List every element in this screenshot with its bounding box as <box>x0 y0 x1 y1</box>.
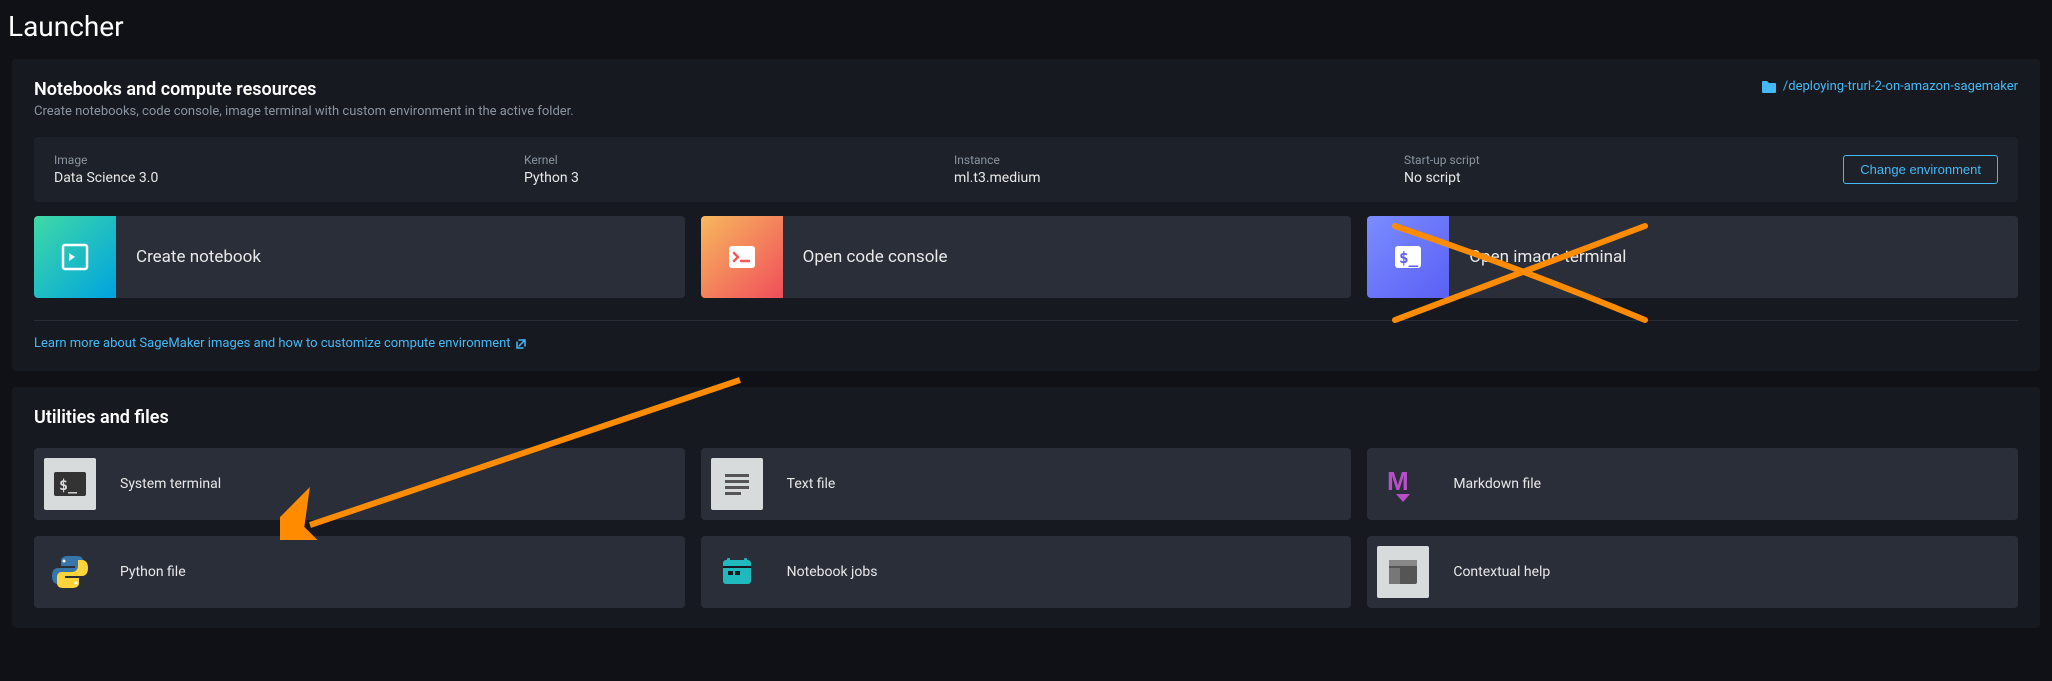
open-code-console-card[interactable]: Open code console <box>701 216 1352 298</box>
svg-text:M: M <box>1387 466 1409 496</box>
python-file-label: Python file <box>96 564 186 580</box>
open-image-terminal-label: Open image terminal <box>1449 247 1626 267</box>
folder-icon <box>1761 80 1777 94</box>
external-link-icon <box>515 338 527 350</box>
notebooks-section-title: Notebooks and compute resources <box>34 79 574 100</box>
terminal-icon: $_ <box>1367 216 1449 298</box>
create-notebook-label: Create notebook <box>116 247 261 267</box>
open-image-terminal-card[interactable]: $_ Open image terminal <box>1367 216 2018 298</box>
notebooks-section-subtitle: Create notebooks, code console, image te… <box>34 104 574 119</box>
open-code-console-label: Open code console <box>783 247 948 267</box>
divider <box>34 320 2018 321</box>
page-title: Launcher <box>0 0 2052 59</box>
system-terminal-icon: $_ <box>44 458 96 510</box>
svg-text:$_: $_ <box>59 476 78 494</box>
markdown-file-label: Markdown file <box>1429 476 1541 492</box>
contextual-help-card[interactable]: Contextual help <box>1367 536 2018 608</box>
contextual-help-icon <box>1377 546 1429 598</box>
notebook-icon <box>34 216 116 298</box>
python-file-card[interactable]: Python file <box>34 536 685 608</box>
env-image-value: Data Science 3.0 <box>54 170 464 186</box>
env-image-label: Image <box>54 153 464 167</box>
env-instance-label: Instance <box>954 153 1344 167</box>
notebook-jobs-card[interactable]: Notebook jobs <box>701 536 1352 608</box>
env-instance-value: ml.t3.medium <box>954 170 1344 186</box>
env-kernel-label: Kernel <box>524 153 894 167</box>
env-script-value: No script <box>1404 170 1783 186</box>
create-notebook-card[interactable]: Create notebook <box>34 216 685 298</box>
utilities-section-title: Utilities and files <box>34 407 2018 428</box>
text-file-card[interactable]: Text file <box>701 448 1352 520</box>
text-file-icon <box>711 458 763 510</box>
system-terminal-label: System terminal <box>96 476 221 492</box>
svg-text:$_: $_ <box>1399 248 1419 267</box>
environment-bar: Image Data Science 3.0 Kernel Python 3 I… <box>34 137 2018 202</box>
notebooks-panel: Notebooks and compute resources Create n… <box>12 59 2040 371</box>
env-script-label: Start-up script <box>1404 153 1783 167</box>
notebook-jobs-label: Notebook jobs <box>763 564 878 580</box>
contextual-help-label: Contextual help <box>1429 564 1550 580</box>
learn-more-link[interactable]: Learn more about SageMaker images and ho… <box>34 336 527 351</box>
learn-more-text: Learn more about SageMaker images and ho… <box>34 336 511 351</box>
change-environment-button[interactable]: Change environment <box>1843 155 1998 184</box>
notebook-jobs-icon <box>711 546 763 598</box>
system-terminal-card[interactable]: $_ System terminal <box>34 448 685 520</box>
console-icon <box>701 216 783 298</box>
markdown-file-card[interactable]: M Markdown file <box>1367 448 2018 520</box>
active-folder-link[interactable]: /deploying-trurl-2-on-amazon-sagemaker <box>1761 79 2018 94</box>
markdown-file-icon: M <box>1377 458 1429 510</box>
utilities-panel: Utilities and files $_ System terminal T… <box>12 387 2040 628</box>
text-file-label: Text file <box>763 476 836 492</box>
folder-path-text: /deploying-trurl-2-on-amazon-sagemaker <box>1783 79 2018 94</box>
python-file-icon <box>44 546 96 598</box>
env-kernel-value: Python 3 <box>524 170 894 186</box>
